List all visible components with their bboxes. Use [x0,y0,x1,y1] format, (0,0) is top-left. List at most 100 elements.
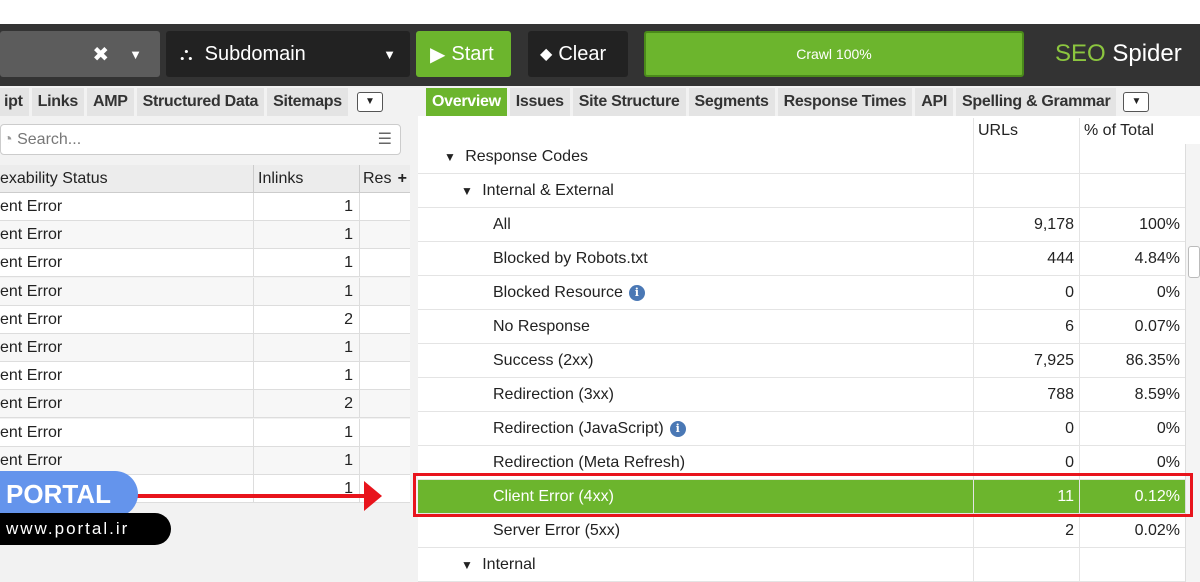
status-text: ent Error [0,310,63,328]
table-row[interactable]: ▼ Internal [418,548,1185,582]
cell-res [359,418,410,446]
column-header[interactable]: exability Status [0,170,108,187]
table-row[interactable]: Redirection (3xx) 788 8.59% [418,378,1185,412]
cell-urls [973,174,1079,207]
tab-3[interactable]: Structured Data [136,88,265,116]
status-text: ent Error [0,339,63,356]
clear-label: Clear [558,42,607,65]
cell-inlinks: 2 [253,305,359,333]
cell-inlinks: 1 [253,418,359,446]
table-row[interactable]: ent Error 1 [0,193,410,221]
table-row[interactable]: ent Error 1 [0,277,410,306]
expand-triangle-icon[interactable]: ▼ [461,558,476,572]
row-label-text: Blocked by Robots.txt [493,250,648,267]
add-column-icon[interactable]: + [398,165,410,193]
cell-status: ent Error [0,362,253,389]
cell-urls: 0 [973,412,1079,445]
clear-button[interactable]: ◆ Clear [528,31,628,77]
logo: SEO Spider [1055,40,1182,67]
tab-response-times[interactable]: Response Times [777,88,913,116]
table-row[interactable]: ent Error 1 [0,362,410,391]
cell-res [359,305,410,333]
scrollbar-thumb[interactable] [1188,246,1200,278]
table-row[interactable]: ent Error 1 [0,221,410,250]
cell-res [359,249,410,277]
tab-overview[interactable]: Overview [426,88,507,116]
cell-inlinks: 1 [253,193,359,220]
left-tabs: ipt Links AMP Structured Data Sitemaps ▼ [0,88,383,116]
info-icon[interactable]: i [669,420,686,437]
highlight-box [413,473,1193,517]
cell-pct: 8.59% [1079,378,1185,411]
column-header[interactable]: Res + [359,165,410,192]
table-row[interactable]: No Response 6 0.07% [418,310,1185,344]
search-icon: ◔ [3,131,18,148]
tab-0[interactable]: ipt [0,88,29,116]
clear-url-icon[interactable]: ✖ [92,42,109,67]
table-row[interactable]: ent Error 1 [0,418,410,447]
top-strip [0,0,1200,24]
cell-status: ent Error [0,447,253,474]
tab-site-structure[interactable]: Site Structure [572,88,686,116]
row-label: No Response [418,310,973,343]
tabs-more-button[interactable]: ▼ [1123,92,1150,112]
cell-urls: 788 [973,378,1079,411]
start-label: Start [451,42,494,65]
table-row[interactable]: ▼ Response Codes [418,140,1185,174]
cell-status: ent Error [0,249,253,276]
table-row[interactable]: ent Error 1 [0,334,410,362]
chevron-down-icon: ▼ [383,46,396,62]
table-row[interactable]: Blocked by Robots.txt 444 4.84% [418,242,1185,276]
table-row[interactable]: Success (2xx) 7,925 86.35% [418,344,1185,378]
cell-res [359,221,410,249]
cell-urls: 2 [973,514,1079,547]
table-row[interactable]: Redirection (JavaScript) i 0 0% [418,412,1185,446]
row-label: ▼ Response Codes [418,140,973,173]
cell-res [359,446,410,474]
filter-settings-icon[interactable]: ☰ [378,125,392,154]
url-input[interactable]: ✖ ▼ [0,31,160,77]
table-row[interactable]: ent Error 2 [0,390,410,419]
cell-inlinks: 1 [253,362,359,390]
cell-pct: 86.35% [1079,344,1185,377]
tab-2[interactable]: AMP [86,88,134,116]
tabs-more-button[interactable]: ▼ [356,92,383,112]
status-text: ent Error [0,226,63,244]
row-label-text: Internal & External [482,182,614,199]
row-label: Redirection (JavaScript) i [418,412,973,445]
row-label-text: Redirection (Meta Refresh) [493,454,686,471]
tab-segments[interactable]: Segments [688,88,775,116]
tab-issues[interactable]: Issues [509,88,570,116]
tab-spelling-grammar[interactable]: Spelling & Grammar [956,88,1117,116]
tab-4[interactable]: Sitemaps [267,88,348,116]
table-row[interactable]: ent Error 2 [0,305,410,334]
table-row[interactable]: ent Error 1 [0,249,410,278]
start-button[interactable]: ▶ Start [416,31,511,77]
row-label-text: Server Error (5xx) [493,522,621,539]
table-row[interactable]: Server Error (5xx) 2 0.02% [418,514,1185,548]
row-label: Blocked Resource i [418,276,973,309]
row-label-text: Blocked Resource [493,284,623,301]
row-label-text: Redirection (JavaScript) [493,420,664,437]
cell-res [359,334,410,361]
column-header[interactable]: Inlinks [253,165,359,192]
search-input[interactable]: ◔ Search... ☰ [0,124,401,155]
tab-api[interactable]: API [915,88,954,116]
table-row[interactable]: Blocked Resource i 0 0% [418,276,1185,310]
status-text: ent Error [0,395,63,413]
right-tabs: Overview Issues Site Structure Segments Resp… [426,88,1150,116]
row-label-text: All [493,216,511,233]
row-label: ▼ Internal [418,548,973,581]
cell-res [359,390,410,418]
eraser-icon: ◆ [540,46,553,63]
row-label-text: No Response [493,318,590,335]
mode-dropdown[interactable]: ⛬ Subdomain ▼ [166,31,410,77]
table-row[interactable]: ▼ Internal & External [418,174,1185,208]
expand-triangle-icon[interactable]: ▼ [461,184,476,198]
expand-triangle-icon[interactable]: ▼ [444,150,459,164]
info-icon[interactable]: i [628,284,645,301]
chevron-down-icon[interactable]: ▼ [129,47,142,62]
cell-res [359,277,410,305]
tab-1[interactable]: Links [31,88,84,116]
table-row[interactable]: All 9,178 100% [418,208,1185,242]
